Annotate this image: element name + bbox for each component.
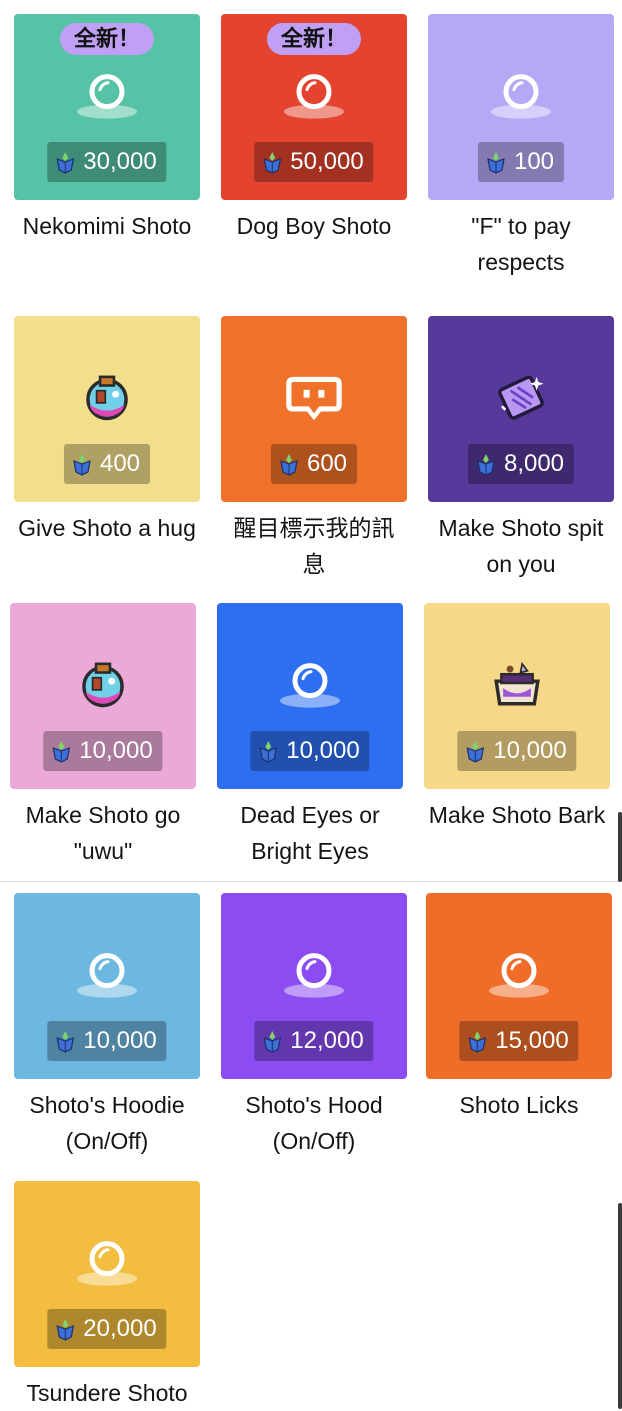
channel-points-icon: [466, 741, 485, 763]
reward-cost-value: 100: [513, 148, 555, 175]
reward-title: Shoto's Hood (On/Off): [245, 1092, 383, 1154]
reward-card[interactable]: 12,000: [221, 893, 407, 1079]
reward-cost: 8,000: [467, 444, 575, 484]
reward-card[interactable]: 10,000: [217, 603, 403, 789]
reward-item[interactable]: 8,000 Make Shoto spit on you: [428, 316, 614, 582]
reward-cost-value: 20,000: [83, 1315, 157, 1342]
reward-title: Shoto's Hoodie (On/Off): [29, 1092, 185, 1154]
reward-item[interactable]: 10,000 Shoto's Hoodie (On/Off): [14, 893, 200, 1159]
new-badge: 全新！: [266, 23, 362, 55]
reward-card[interactable]: 10,000: [10, 603, 196, 789]
reward-item[interactable]: 全新！ 50,000 Dog Boy Shoto: [221, 14, 407, 244]
reward-cost-value: 600: [306, 450, 348, 477]
reward-cost-value: 400: [99, 450, 141, 477]
cauldron-icon: [479, 659, 555, 716]
reward-cost: 10,000: [47, 1021, 167, 1061]
reward-cost-value: 10,000: [286, 737, 360, 764]
reward-item[interactable]: 全新！ 30,000 Nekomimi Shoto: [14, 14, 200, 244]
reward-cost: 15,000: [459, 1021, 579, 1061]
reward-cost-value: 12,000: [290, 1027, 364, 1054]
reward-card[interactable]: 20,000: [14, 1181, 200, 1367]
channel-points-icon: [56, 152, 75, 174]
reward-cost: 30,000: [47, 142, 167, 182]
reward-title: Shoto Licks: [459, 1092, 579, 1118]
potion-icon: [69, 372, 145, 429]
reward-cost: 20,000: [47, 1309, 167, 1349]
bubble-icon: [481, 949, 557, 1006]
bubble-icon: [272, 659, 348, 716]
reward-cost: 400: [63, 444, 151, 484]
bubble-icon: [483, 70, 559, 127]
reward-item[interactable]: 12,000 Shoto's Hood (On/Off): [221, 893, 407, 1159]
channel-points-icon: [280, 454, 298, 476]
reward-item[interactable]: 600 醒目標示我的訊息: [221, 316, 407, 582]
reward-card[interactable]: 15,000: [426, 893, 612, 1079]
reward-title: 醒目標示我的訊息: [233, 515, 395, 577]
scrollbar-thumb[interactable]: [618, 812, 622, 882]
reward-cost: 10,000: [43, 731, 163, 771]
reward-card[interactable]: 100: [428, 14, 614, 200]
reward-cost: 50,000: [254, 142, 374, 182]
reward-title: Dead Eyes or Bright Eyes: [240, 802, 380, 864]
reward-item[interactable]: 10,000 Make Shoto go "uwu": [10, 603, 196, 869]
reward-title: Nekomimi Shoto: [22, 213, 192, 239]
reward-card[interactable]: 10,000: [424, 603, 610, 789]
reward-title: Make Shoto Bark: [428, 802, 606, 828]
channel-points-icon: [52, 741, 71, 763]
channel-points-icon: [487, 152, 505, 174]
reward-card[interactable]: 全新！ 30,000: [14, 14, 200, 200]
reward-item[interactable]: 15,000 Shoto Licks: [426, 893, 612, 1123]
channel-points-icon: [263, 1031, 282, 1053]
reward-cost: 600: [270, 444, 358, 484]
reward-cost: 12,000: [254, 1021, 374, 1061]
reward-card[interactable]: 400: [14, 316, 200, 502]
reward-cost: 100: [477, 142, 565, 182]
reward-item[interactable]: 400 Give Shoto a hug: [14, 316, 200, 546]
reward-cost: 10,000: [250, 731, 370, 771]
bubble-icon: [69, 70, 145, 127]
reward-title: "F" to pay respects: [471, 213, 571, 275]
potion-icon: [65, 659, 141, 716]
reward-cost-value: 8,000: [503, 450, 565, 477]
reward-cost-value: 10,000: [493, 737, 567, 764]
channel-points-icon: [56, 1031, 75, 1053]
reward-card[interactable]: 600: [221, 316, 407, 502]
channel-points-icon: [56, 1319, 75, 1341]
chat-highlight-icon: [276, 372, 352, 429]
reward-item[interactable]: 20,000 Tsundere Shoto: [14, 1181, 200, 1411]
channel-points-icon: [477, 454, 495, 476]
reward-item[interactable]: 100 "F" to pay respects: [428, 14, 614, 280]
channel-points-icon: [468, 1031, 487, 1053]
reward-card[interactable]: 8,000: [428, 316, 614, 502]
reward-title: Tsundere Shoto: [26, 1380, 188, 1406]
reward-card[interactable]: 全新！ 50,000: [221, 14, 407, 200]
reward-title: Give Shoto a hug: [18, 515, 196, 541]
new-badge: 全新！: [59, 23, 155, 55]
reward-item[interactable]: 10,000 Make Shoto Bark: [424, 603, 610, 833]
bubble-icon: [276, 70, 352, 127]
channel-points-icon: [259, 741, 278, 763]
scrollbar-thumb-lower[interactable]: [618, 1203, 622, 1409]
channel-points-icon: [263, 152, 282, 174]
bubble-icon: [69, 1237, 145, 1294]
reward-cost-value: 30,000: [83, 148, 157, 175]
reward-card[interactable]: 10,000: [14, 893, 200, 1079]
reward-cost-value: 10,000: [79, 737, 153, 764]
section-divider: [0, 881, 622, 882]
reward-item[interactable]: 10,000 Dead Eyes or Bright Eyes: [217, 603, 403, 869]
reward-title: Dog Boy Shoto: [236, 213, 392, 239]
reward-cost-value: 10,000: [83, 1027, 157, 1054]
reward-cost-value: 50,000: [290, 148, 364, 175]
reward-title: Make Shoto spit on you: [438, 515, 604, 577]
spell-scroll-icon: [483, 372, 559, 429]
channel-points-icon: [73, 454, 91, 476]
bubble-icon: [69, 949, 145, 1006]
reward-cost: 10,000: [457, 731, 577, 771]
bubble-icon: [276, 949, 352, 1006]
reward-title: Make Shoto go "uwu": [25, 802, 181, 864]
reward-cost-value: 15,000: [495, 1027, 569, 1054]
